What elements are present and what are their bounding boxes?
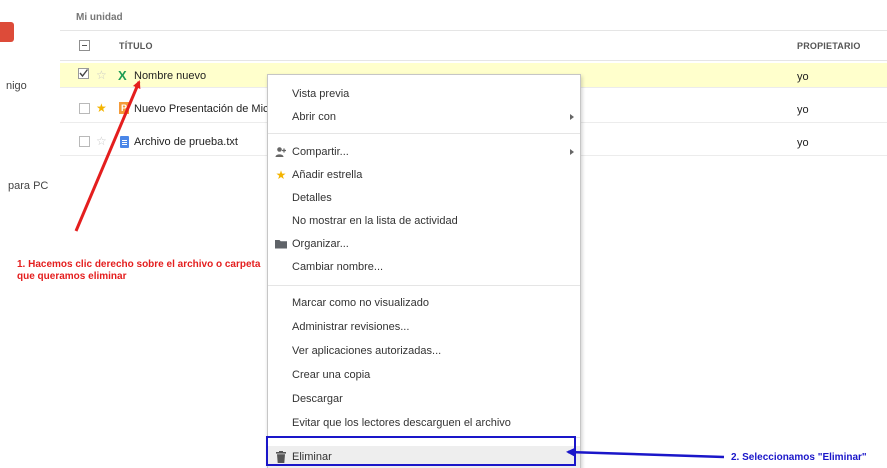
menu-item-label: Vista previa <box>292 88 350 100</box>
spreadsheet-icon: X <box>118 68 127 83</box>
menu-item-label: Abrir con <box>292 111 337 123</box>
menu-item-rename[interactable]: Cambiar nombre... <box>268 256 580 278</box>
menu-item-download[interactable]: Descargar <box>268 388 580 410</box>
menu-item-details[interactable]: Detalles <box>268 187 580 209</box>
file-owner: yo <box>797 104 809 116</box>
new-button-edge[interactable] <box>0 22 14 42</box>
sidebar-item-shared[interactable]: nigo <box>6 80 27 92</box>
breadcrumb[interactable]: Mi unidad <box>76 12 123 23</box>
star-icon[interactable]: ★ <box>96 102 107 114</box>
menu-item-label: Administrar revisiones... <box>292 321 410 333</box>
menu-item-label: Añadir estrella <box>292 169 363 181</box>
file-owner: yo <box>797 71 809 83</box>
annotation-step-1: 1. Hacemos clic derecho sobre el archivo… <box>17 259 261 282</box>
menu-item-authorized-apps[interactable]: Ver aplicaciones autorizadas... <box>268 340 580 362</box>
menu-item-label: Organizar... <box>292 238 349 250</box>
share-person-icon <box>275 146 287 158</box>
menu-item-label: Crear una copia <box>292 369 371 381</box>
divider <box>60 30 887 31</box>
folder-icon <box>275 238 287 250</box>
file-owner: yo <box>797 137 809 149</box>
file-name[interactable]: Nuevo Presentación de Micr <box>134 103 272 115</box>
star-icon: ★ <box>275 168 287 182</box>
row-checkbox[interactable] <box>79 103 90 114</box>
menu-item-open-with[interactable]: Abrir con <box>268 106 580 128</box>
column-header-owner[interactable]: PROPIETARIO <box>797 41 861 51</box>
star-icon[interactable]: ☆ <box>96 135 107 147</box>
annotation-step-2: 2. Seleccionamos "Eliminar" <box>731 452 867 463</box>
menu-item-label: Evitar que los lectores descarguen el ar… <box>292 417 511 429</box>
sidebar-item-drive-for-pc[interactable]: para PC <box>8 180 48 192</box>
menu-separator <box>268 133 580 134</box>
select-all-checkbox[interactable] <box>79 40 90 51</box>
presentation-icon: P <box>119 102 129 114</box>
menu-item-label: Detalles <box>292 192 332 204</box>
row-checkbox[interactable] <box>79 136 90 147</box>
highlight-box <box>266 436 576 466</box>
file-name[interactable]: Nombre nuevo <box>134 70 206 82</box>
document-icon <box>120 136 129 148</box>
menu-item-organize[interactable]: Organizar... <box>268 233 580 255</box>
menu-item-label: Ver aplicaciones autorizadas... <box>292 345 442 357</box>
menu-item-prevent-download[interactable]: Evitar que los lectores descarguen el ar… <box>268 412 580 434</box>
menu-item-label: Marcar como no visualizado <box>292 297 429 309</box>
submenu-arrow-icon <box>570 149 574 155</box>
menu-item-label: Compartir... <box>292 146 349 158</box>
drive-window: nigo para PC Mi unidad TÍTULO PROPIETARI… <box>0 0 887 468</box>
menu-item-preview[interactable]: Vista previa <box>268 83 580 105</box>
blue-arrow <box>566 447 725 459</box>
menu-item-add-star[interactable]: ★ Añadir estrella <box>268 164 580 186</box>
divider <box>60 60 887 61</box>
submenu-arrow-icon <box>570 114 574 120</box>
column-header-title[interactable]: TÍTULO <box>119 41 153 51</box>
menu-item-manage-revisions[interactable]: Administrar revisiones... <box>268 316 580 338</box>
menu-separator <box>268 285 580 286</box>
menu-item-make-copy[interactable]: Crear una copia <box>268 364 580 386</box>
menu-item-label: No mostrar en la lista de actividad <box>292 215 458 227</box>
file-name[interactable]: Archivo de prueba.txt <box>134 136 238 148</box>
context-menu: Vista previa Abrir con Compartir... ★ Añ… <box>267 74 581 468</box>
menu-item-label: Cambiar nombre... <box>292 261 384 273</box>
menu-item-mark-unviewed[interactable]: Marcar como no visualizado <box>268 292 580 314</box>
menu-item-share[interactable]: Compartir... <box>268 141 580 163</box>
star-icon[interactable]: ☆ <box>96 69 107 81</box>
menu-item-hide-activity[interactable]: No mostrar en la lista de actividad <box>268 210 580 232</box>
row-checkbox-checked[interactable] <box>78 68 90 80</box>
menu-item-label: Descargar <box>292 393 343 405</box>
